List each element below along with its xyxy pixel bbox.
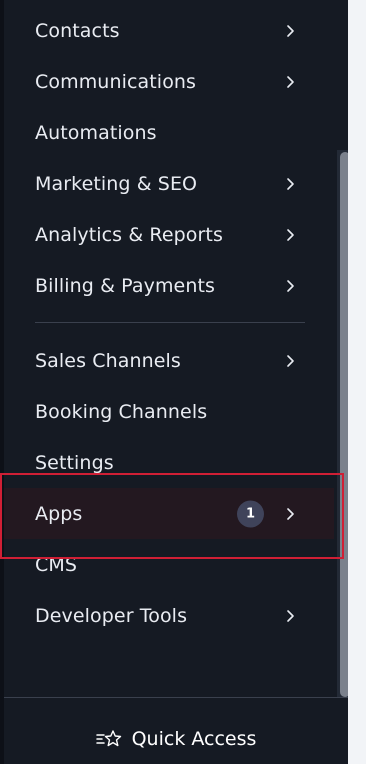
sidebar-item-contacts[interactable]: Contacts	[4, 5, 334, 56]
sidebar-item-booking-channels[interactable]: Booking Channels	[4, 386, 334, 437]
sidebar-item-billing-payments[interactable]: Billing & Payments	[4, 260, 334, 311]
chevron-right-icon	[284, 75, 298, 89]
quick-access-label: Quick Access	[131, 728, 257, 750]
chevron-right-icon	[284, 507, 298, 521]
sidebar-item-label: Settings	[35, 451, 114, 474]
sidebar-item-label: Billing & Payments	[35, 274, 216, 297]
sidebar-item-sales-channels[interactable]: Sales Channels	[4, 335, 334, 386]
chevron-right-icon	[284, 228, 298, 242]
sidebar-item-label: Communications	[35, 70, 197, 93]
sidebar-item-label: Automations	[35, 121, 157, 144]
sidebar-item-cms[interactable]: CMS	[4, 539, 334, 590]
nav-divider	[35, 322, 305, 323]
sidebar-item-label: Sales Channels	[35, 349, 181, 372]
quick-access-button[interactable]: Quick Access	[4, 715, 348, 763]
chevron-right-icon	[284, 354, 298, 368]
sidebar-item-label: Booking Channels	[35, 400, 208, 423]
sidebar-item-label: Analytics & Reports	[35, 223, 223, 246]
chevron-right-icon	[284, 24, 298, 38]
chevron-right-icon	[284, 609, 298, 623]
sidebar-item-analytics-reports[interactable]: Analytics & Reports	[4, 209, 334, 260]
chevron-right-icon	[284, 279, 298, 293]
sidebar-item-automations[interactable]: Automations	[4, 107, 334, 158]
notification-badge: 1	[237, 500, 264, 527]
sidebar-item-label: Marketing & SEO	[35, 172, 198, 195]
sidebar-item-developer-tools[interactable]: Developer Tools	[4, 590, 334, 641]
sidebar-item-settings[interactable]: Settings	[4, 437, 334, 488]
sidebar: Contacts Communications Automations Mark…	[4, 0, 348, 764]
window-edge	[0, 0, 4, 764]
star-list-icon	[95, 729, 122, 749]
sidebar-item-apps[interactable]: Apps 1	[4, 488, 334, 539]
footer-divider	[4, 697, 348, 698]
chevron-right-icon	[284, 177, 298, 191]
scrollbar-thumb[interactable]	[340, 152, 348, 697]
sidebar-item-communications[interactable]: Communications	[4, 56, 334, 107]
sidebar-nav: Contacts Communications Automations Mark…	[4, 5, 334, 641]
sidebar-item-marketing-seo[interactable]: Marketing & SEO	[4, 158, 334, 209]
sidebar-item-label: CMS	[35, 553, 78, 576]
sidebar-item-label: Contacts	[35, 19, 120, 42]
sidebar-item-label: Developer Tools	[35, 604, 188, 627]
sidebar-item-label: Apps	[35, 502, 83, 525]
